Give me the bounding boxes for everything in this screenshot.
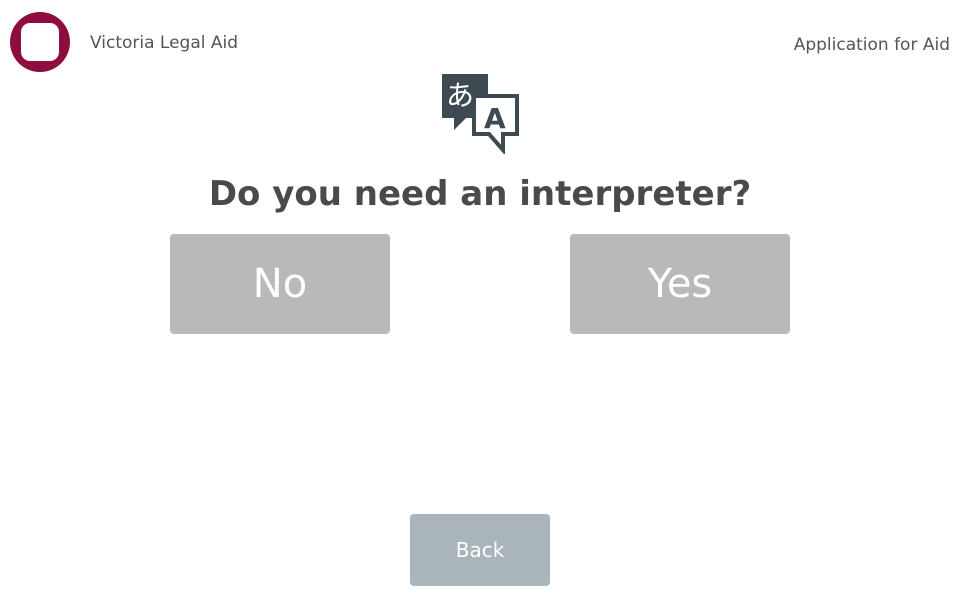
translate-icon: あ A [442,74,519,154]
back-button[interactable]: Back [410,514,550,586]
no-button-label: No [252,261,308,307]
question-heading: Do you need an interpreter? [208,174,752,214]
logo-inner-square [21,23,59,61]
yes-button[interactable]: Yes [570,234,790,334]
app-title: Application for Aid [793,35,950,55]
translate-glyph-left: あ [446,79,474,112]
back-button-label: Back [455,538,505,562]
yes-button-label: Yes [647,261,713,307]
org-name: Victoria Legal Aid [90,33,239,53]
translate-glyph-right: A [484,102,506,135]
no-button[interactable]: No [170,234,390,334]
logo [10,12,70,72]
